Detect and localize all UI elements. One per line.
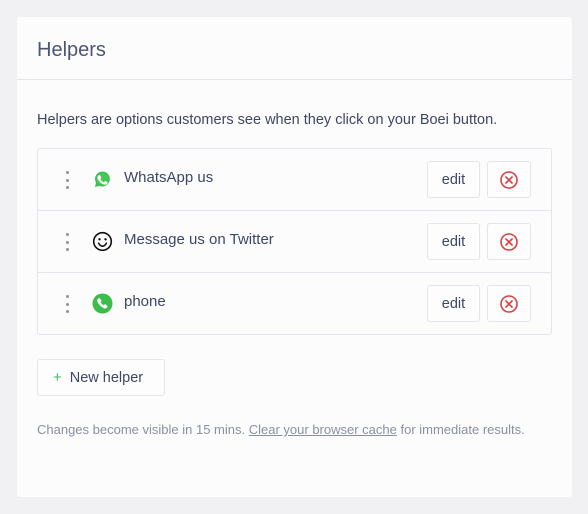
drag-handle-icon[interactable]: [65, 171, 69, 189]
card-header: Helpers: [17, 17, 572, 80]
helper-row-phone[interactable]: phone edit: [38, 273, 551, 334]
edit-button[interactable]: edit: [427, 223, 480, 260]
helper-label: phone: [124, 293, 166, 310]
phone-icon: [92, 293, 113, 314]
close-circle-icon: [500, 232, 518, 251]
delete-button[interactable]: [487, 285, 531, 322]
smiley-icon: [92, 231, 113, 252]
whatsapp-icon: [95, 171, 110, 187]
new-helper-label: New helper: [69, 369, 144, 386]
clear-cache-link[interactable]: Clear your browser cache: [249, 422, 397, 437]
edit-button[interactable]: edit: [427, 285, 480, 322]
close-circle-icon: [500, 294, 518, 313]
new-helper-button[interactable]: + New helper: [37, 359, 165, 396]
helper-label: Message us on Twitter: [124, 231, 274, 248]
helper-row-twitter[interactable]: Message us on Twitter edit: [38, 211, 551, 273]
edit-button[interactable]: edit: [427, 161, 480, 198]
page-title: Helpers: [37, 39, 106, 61]
drag-handle-icon[interactable]: [65, 233, 69, 251]
close-circle-icon: [500, 170, 518, 189]
helpers-card: Helpers Helpers are options customers se…: [17, 17, 572, 497]
helper-label: WhatsApp us: [124, 169, 214, 186]
cache-note: Changes become visible in 15 mins. Clear…: [37, 419, 547, 440]
plus-icon: +: [53, 369, 62, 386]
delete-button[interactable]: [487, 161, 531, 198]
helpers-description: Helpers are options customers see when t…: [37, 112, 498, 128]
note-text-after: for immediate results.: [396, 422, 525, 437]
helper-row-whatsapp[interactable]: WhatsApp us edit: [38, 149, 551, 211]
drag-handle-icon[interactable]: [65, 295, 69, 313]
note-text-before: Changes become visible in 15 mins.: [37, 422, 249, 437]
helpers-list: WhatsApp us edit Message us on Twitter e…: [37, 148, 552, 335]
delete-button[interactable]: [487, 223, 531, 260]
